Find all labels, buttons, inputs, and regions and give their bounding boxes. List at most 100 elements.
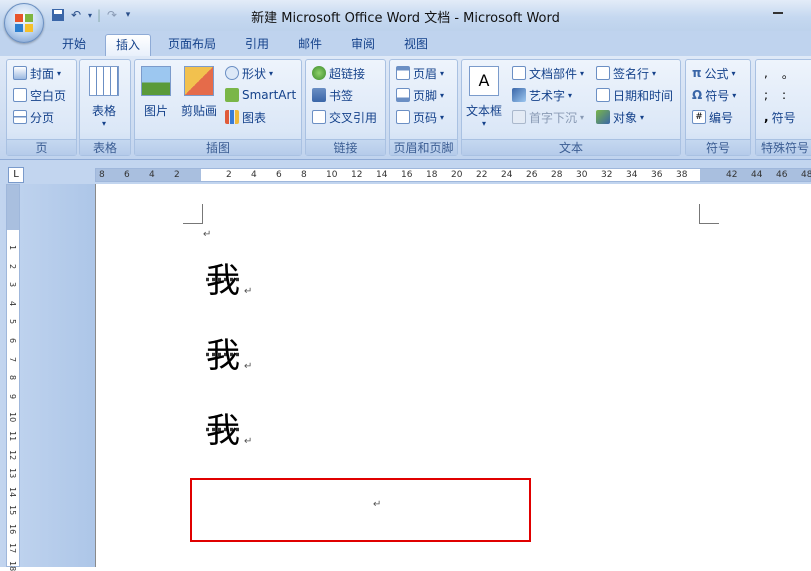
tab-home[interactable]: 开始: [52, 34, 96, 56]
ruler-tick: 32: [601, 170, 613, 180]
group-table: 表格 ▾ 表格: [79, 59, 131, 156]
tab-review[interactable]: 审阅: [341, 34, 385, 56]
ruler-tick: 11: [8, 431, 17, 442]
table-button[interactable]: 表格 ▾: [89, 66, 119, 128]
ruler-tick: 10: [8, 412, 17, 423]
ruler-tick: 17: [8, 542, 17, 553]
ruler-tick: 48: [801, 170, 811, 180]
object-icon: [596, 110, 610, 124]
special-symbol-row-2[interactable]: ;:: [764, 85, 786, 105]
date-time-icon: [596, 88, 610, 102]
tab-page-layout[interactable]: 页面布局: [158, 34, 226, 56]
blank-page-button[interactable]: 空白页: [13, 85, 66, 105]
ruler-tick: 42: [726, 170, 738, 180]
ruler-tick: 12: [351, 170, 363, 180]
ruler-tick: 44: [751, 170, 763, 180]
page-number-icon: [396, 110, 410, 124]
signature-line-button[interactable]: 签名行 ▾: [596, 63, 656, 83]
ruler-tick: 6: [276, 170, 282, 180]
footer-icon: [396, 88, 410, 102]
footer-button[interactable]: 页脚 ▾: [396, 85, 444, 105]
ruler-tick: 46: [776, 170, 788, 180]
page-number-button[interactable]: 页码 ▾: [396, 107, 444, 127]
numbering-button[interactable]: # 编号: [692, 107, 733, 127]
ruler-tick: 28: [551, 170, 563, 180]
omega-icon: Ω: [692, 88, 703, 102]
clipart-icon: [184, 66, 214, 96]
ruler-tick: 7: [8, 356, 17, 362]
signature-line-icon: [596, 66, 610, 80]
equation-button[interactable]: π 公式 ▾: [692, 63, 736, 83]
quick-parts-icon: [512, 66, 526, 80]
ruler-tick: 2: [8, 263, 17, 269]
ruler-tick: 6: [8, 338, 17, 344]
group-links: 超链接 书签 交叉引用 链接: [305, 59, 386, 156]
hyperlink-button[interactable]: 超链接: [312, 63, 365, 83]
ruler-tick: 2: [174, 170, 180, 180]
ruler-tick: 4: [8, 300, 17, 306]
smartart-button[interactable]: SmartArt: [225, 85, 296, 105]
text-box-button[interactable]: A 文本框 ▾: [466, 66, 502, 128]
picture-icon: [141, 66, 171, 96]
group-label-symbols: 符号: [686, 139, 750, 155]
cover-page-button[interactable]: 封面 ▾: [13, 63, 61, 83]
drop-cap-button[interactable]: 首字下沉 ▾: [512, 107, 584, 127]
tab-mailings[interactable]: 邮件: [288, 34, 332, 56]
clipart-button[interactable]: 剪贴画: [181, 66, 217, 119]
ruler-tick: 26: [526, 170, 538, 180]
ruler-tick: 15: [8, 505, 17, 516]
cross-reference-button[interactable]: 交叉引用: [312, 107, 377, 127]
vertical-ruler[interactable]: 1 2 3 4 5 6 7 8 9 10 11 12 13 14 15 16 17 18: [6, 184, 20, 571]
tab-references[interactable]: 引用: [235, 34, 279, 56]
document-line-2: 我: [206, 336, 240, 376]
office-button[interactable]: [4, 3, 44, 43]
page-break-button[interactable]: 分页: [13, 107, 54, 127]
chart-button[interactable]: 图表: [225, 107, 266, 127]
ruler-tick: 9: [8, 393, 17, 399]
group-label-special-symbols: 特殊符号: [756, 139, 811, 155]
ruler-tick: 10: [326, 170, 338, 180]
ruler-tick: 4: [251, 170, 257, 180]
ruler-tick: 16: [8, 524, 17, 535]
tab-insert[interactable]: 插入: [105, 34, 152, 56]
ruler-tick: 16: [401, 170, 413, 180]
cover-page-icon: [13, 66, 27, 80]
shapes-icon: [225, 66, 239, 80]
undo-dropdown-icon[interactable]: ▾: [86, 6, 94, 24]
text-box-icon: A: [469, 66, 499, 96]
office-logo-icon: [15, 14, 33, 32]
page-break-icon: [13, 110, 27, 124]
ruler-tick: 38: [676, 170, 688, 180]
crop-mark-top-left: [183, 204, 203, 224]
ruler-tick: 12: [8, 449, 17, 460]
ruler-tick: 34: [626, 170, 638, 180]
header-button[interactable]: 页眉 ▾: [396, 63, 444, 83]
bookmark-icon: [312, 88, 326, 102]
symbol-button[interactable]: Ω 符号 ▾: [692, 85, 736, 105]
shapes-button[interactable]: 形状 ▾: [225, 63, 273, 83]
special-symbol-button[interactable]: , 符号: [764, 107, 796, 127]
table-icon: [89, 66, 119, 96]
customize-qat-icon[interactable]: ▾: [122, 6, 134, 24]
group-label-text: 文本: [462, 139, 680, 155]
bookmark-button[interactable]: 书签: [312, 85, 353, 105]
tab-view[interactable]: 视图: [394, 34, 438, 56]
date-time-button[interactable]: 日期和时间: [596, 85, 673, 105]
pi-icon: π: [692, 66, 702, 80]
tab-selector[interactable]: L: [8, 167, 24, 183]
horizontal-ruler[interactable]: 8 6 4 2 2 4 6 8 10 12 14 16 18 20 22 24 26 28 30 32 34 36 38 42…: [95, 168, 811, 182]
save-icon[interactable]: [50, 6, 66, 24]
object-button[interactable]: 对象 ▾: [596, 107, 644, 127]
picture-button[interactable]: 图片: [141, 66, 171, 119]
minimize-button[interactable]: [773, 12, 783, 14]
ruler-tick: 6: [124, 170, 130, 180]
ruler-tick: 18: [8, 561, 17, 571]
quick-parts-button[interactable]: 文档部件 ▾: [512, 63, 584, 83]
ruler-tick: 36: [651, 170, 663, 180]
redo-icon[interactable]: ↷: [104, 6, 120, 24]
wordart-button[interactable]: 艺术字 ▾: [512, 85, 572, 105]
undo-icon[interactable]: ↶: [68, 6, 84, 24]
special-symbol-row-1[interactable]: ,。: [764, 63, 794, 83]
header-icon: [396, 66, 410, 80]
paragraph-mark: ↵: [244, 436, 253, 447]
